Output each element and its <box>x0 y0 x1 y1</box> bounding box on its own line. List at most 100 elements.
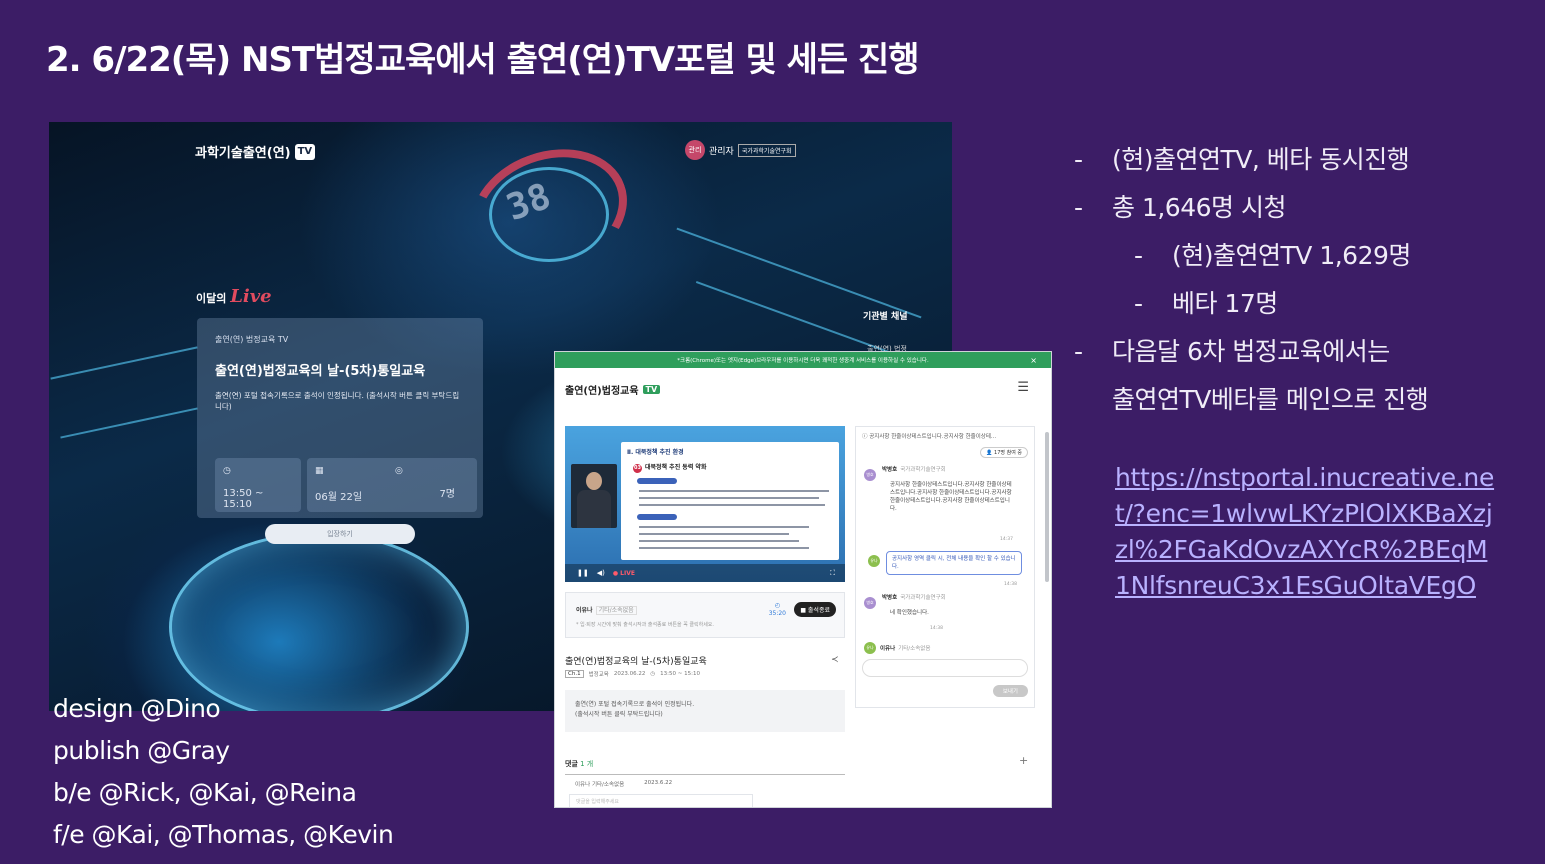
add-icon[interactable]: + <box>1019 754 1028 767</box>
chat-viewers-text: 17명 참여 중 <box>994 450 1022 456</box>
chat-panel: ⓘ 공지사항 한줄이상테스트입니다.공지사항 한줄이상테... 👤 17명 참여… <box>855 426 1035 708</box>
chat-time: 14:38 <box>1004 582 1017 587</box>
slide-pill <box>637 514 677 520</box>
attendee-name: 이유나 기타/소속없음 <box>576 605 637 615</box>
comment-input[interactable]: 댓글을 입력해주세요 <box>569 794 753 807</box>
avatar: 유나 <box>868 555 880 567</box>
join-button[interactable]: 입장하기 <box>265 524 415 544</box>
viewer-count: 7명 <box>439 489 455 500</box>
admin-profile[interactable]: 관리 관리자 국가과학기술연구회 <box>685 140 796 160</box>
chat-author-org: 국가과학기술연구회 <box>900 595 946 601</box>
attendance-box: 이유나 기타/소속없음 * 입·퇴장 시간에 맞춰 출석시작과 출석종료 버튼을 … <box>565 592 845 638</box>
channel-tag: Ch.1 <box>565 670 584 678</box>
chat-author-name: 박병호 <box>882 467 898 473</box>
video-player[interactable]: Ⅱ. 대북정책 추진 환경 03 대북정책 추진 동력 약화 ❚❚ ◀) ● LI… <box>565 426 845 582</box>
monthly-live-heading: 이달의 Live <box>196 286 272 307</box>
video-title: 출연(연)법정교육의 날-(5차)통일교육 <box>565 657 707 667</box>
admin-name: 관리자 <box>709 146 734 157</box>
presenter-body <box>577 490 611 528</box>
timer-value: 35:20 <box>768 610 786 617</box>
slide-heading: Ⅱ. 대북정책 추진 환경 <box>627 449 684 456</box>
pause-icon[interactable]: ❚❚ <box>577 569 589 577</box>
slide-subheading-text: 대북정책 추진 동력 약화 <box>645 464 707 471</box>
chat-self: 이유나 기타/소속없음 <box>880 644 930 652</box>
browser-notice-bar: *크롬(Chrome)또는 엣지(Edge)브라우저를 이용하시면 더욱 쾌적한… <box>555 352 1051 368</box>
date-box: ▦ ◎ 06월 22일 7명 <box>307 458 477 512</box>
avatar: 병호 <box>864 469 876 481</box>
share-icon[interactable]: ≺ <box>831 655 839 665</box>
bullet-text: (현)출연연TV, 베타 동시진행 <box>1112 145 1410 174</box>
volume-icon[interactable]: ◀) <box>597 569 605 577</box>
chat-message: 네 확인했습니다. <box>890 610 929 616</box>
slide-number: 03 <box>633 464 642 473</box>
tv-badge: TV <box>294 143 316 160</box>
slide-title: 2. 6/22(목) NST법정교육에서 출연(연)TV포털 및 세든 진행 <box>46 40 920 80</box>
logo-text: 과학기술출연(연) <box>195 146 291 161</box>
live-indicator: ● LIVE <box>612 569 635 577</box>
video-time: 13:50 ~ 15:10 <box>660 671 700 677</box>
chat-notice[interactable]: ⓘ 공지사항 한줄이상테스트입니다.공지사항 한줄이상테... <box>862 432 1032 440</box>
scrollbar[interactable] <box>1045 432 1049 582</box>
chat-time: 14:38 <box>930 626 943 631</box>
presentation-slide: Ⅱ. 대북정책 추진 환경 03 대북정책 추진 동력 약화 <box>621 442 839 560</box>
live-card-crumb: 출연(연) 법정교육 TV <box>215 335 289 344</box>
clock-icon: ◷ <box>650 671 656 677</box>
presenter-video <box>571 464 617 528</box>
bullet-text: (현)출연연TV 1,629명 <box>1172 241 1411 270</box>
comments-count: 1 개 <box>580 760 594 768</box>
fullscreen-icon[interactable]: ⛶ <box>830 569 835 578</box>
comments-label: 댓글 <box>565 760 578 768</box>
chat-message: 공지사항 한줄이상테스트입니다.공지사항 한줄이상테스트입니다.공지사항 한줄이… <box>890 482 1012 512</box>
avatar: 유나 <box>864 642 876 654</box>
slide-pill <box>637 478 677 484</box>
avatar: 관리 <box>685 140 705 160</box>
portal-header: 출연(연)법정교육 TV ☰ <box>555 368 1051 410</box>
chat-author-name: 박병호 <box>882 595 898 601</box>
comment-item: 이유나 기타/소속없음 2023.6.22 <box>575 780 672 788</box>
live-card[interactable]: 출연(연) 법정교육 TV 출연(연)법정교육의 날-(5차)통일교육 출연(연… <box>197 318 483 518</box>
chat-self-name: 이유나 <box>880 646 896 652</box>
send-button[interactable]: 보내기 <box>992 685 1028 697</box>
comment-author-name: 이유나 <box>575 782 591 788</box>
info-line: 출연(연) 포털 접속기록으로 출석이 인정됩니다. <box>575 701 695 708</box>
video-meta: Ch.1 법정교육 2023.06.22 ◷ 13:50 ~ 15:10 <box>565 670 700 678</box>
portal-brand[interactable]: 출연(연)법정교육 <box>565 382 639 397</box>
timer-icon: ◴ <box>774 602 780 609</box>
slide-text-line <box>639 526 809 528</box>
credit-line: b/e @Rick, @Kai, @Reina <box>53 778 357 807</box>
hud-line <box>60 407 198 439</box>
live-word: Live <box>230 286 272 307</box>
bullet-text: 총 1,646명 시청 <box>1112 193 1286 222</box>
chat-author: 박병호 국가과학기술연구회 <box>882 465 946 473</box>
attendance-hint: * 입·퇴장 시간에 맞춰 출석시작과 출석종료 버튼을 꼭 클릭하세요. <box>576 622 714 628</box>
close-icon[interactable]: × <box>1030 356 1037 365</box>
clock-icon: ◷ <box>223 466 231 476</box>
chat-self-org: 기타/소속없음 <box>898 646 931 652</box>
attendance-end-button[interactable]: ■ 출석종료 <box>794 602 836 617</box>
live-prefix: 이달의 <box>196 292 227 305</box>
category-tag: 법정교육 <box>588 672 609 678</box>
chat-input[interactable] <box>862 659 1028 677</box>
channel-section-title: 기관별 채널 <box>863 312 908 322</box>
video-date: 2023.06.22 <box>613 671 646 677</box>
slide-text-line <box>639 497 819 499</box>
site-logo[interactable]: 과학기술출연(연) TV <box>195 142 316 161</box>
browser-notice-text: *크롬(Chrome)또는 엣지(Edge)브라우저를 이용하시면 더욱 쾌적한… <box>677 358 929 364</box>
player-controls: ❚❚ ◀) ● LIVE ⛶ <box>565 564 845 582</box>
slide-text-line <box>639 547 809 549</box>
bullet-text: 베타 17명 <box>1172 289 1278 318</box>
admin-org: 국가과학기술연구회 <box>737 143 796 157</box>
portal-link[interactable]: https://nstportal.inucreative.net/?enc=1… <box>1115 460 1495 604</box>
bullet-item: - (현)출연연TV 1,629명 <box>1134 241 1411 270</box>
hud-line <box>676 227 922 319</box>
calendar-icon: ▦ ◎ <box>315 466 403 476</box>
bullet-item: - 베타 17명 <box>1134 289 1278 318</box>
live-card-desc: 출연(연) 포털 접속기록으로 출석이 인정됩니다. (출석시작 버튼 클릭 부… <box>215 391 460 411</box>
comment-author: 이유나 기타/소속없음 <box>575 780 624 788</box>
slide-subheading: 03 대북정책 추진 동력 약화 <box>633 462 706 473</box>
tv-badge: TV <box>642 384 661 394</box>
credit-line: f/e @Kai, @Thomas, @Kevin <box>53 820 394 849</box>
divider <box>565 774 845 775</box>
chat-author-org: 국가과학기술연구회 <box>900 467 946 473</box>
hamburger-menu-icon[interactable]: ☰ <box>1017 380 1029 395</box>
